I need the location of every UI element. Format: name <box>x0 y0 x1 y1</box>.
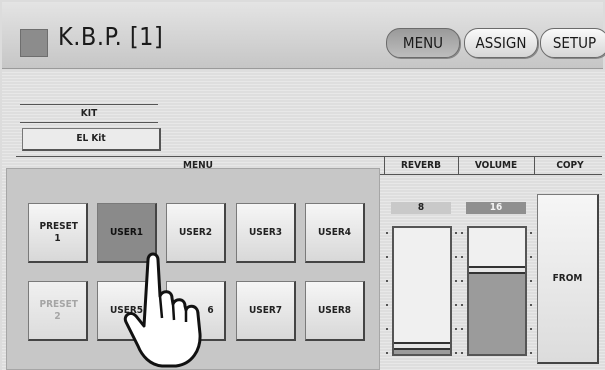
kit-heading: KIT <box>80 108 98 119</box>
slider-tick <box>530 352 532 354</box>
slider-tick <box>455 232 457 234</box>
slider-tick <box>530 256 532 258</box>
slider-tick <box>455 328 457 330</box>
slider-tick <box>386 328 388 330</box>
reverb-slider-handle[interactable] <box>394 342 450 350</box>
user4-button[interactable]: USER4 <box>305 203 365 263</box>
page-title: K.B.P. [1] <box>58 22 164 51</box>
slider-tick <box>461 304 463 306</box>
slider-tick <box>386 352 388 354</box>
slider-tick <box>455 256 457 258</box>
assign-tab-button[interactable]: ASSIGN <box>464 28 538 58</box>
reverb-heading: REVERB <box>401 160 441 171</box>
slider-tick <box>461 280 463 282</box>
slider-tick <box>386 256 388 258</box>
reverb-slider[interactable] <box>392 226 452 356</box>
kit-select-button[interactable]: EL Kit <box>22 128 161 151</box>
kit-divider-top <box>20 104 158 105</box>
section-separator <box>384 156 385 175</box>
copy-from-label: FROM <box>552 273 583 284</box>
slider-tick <box>461 256 463 258</box>
slider-tick <box>461 232 463 234</box>
copy-from-button[interactable]: FROM <box>537 194 599 364</box>
title-color-swatch <box>20 29 48 57</box>
hand-pointer-icon <box>123 252 202 368</box>
slider-tick <box>461 328 463 330</box>
section-separator <box>534 156 535 175</box>
slider-tick <box>455 304 457 306</box>
section-separator <box>458 156 459 175</box>
slider-tick <box>386 280 388 282</box>
screen: K.B.P. [1] MENU ASSIGN SETUP KIT EL Kit … <box>0 0 605 370</box>
user8-button[interactable]: USER8 <box>305 281 365 341</box>
setup-tab-button[interactable]: SETUP <box>540 28 605 58</box>
reverb-value: 8 <box>391 202 451 214</box>
slider-tick <box>461 352 463 354</box>
user7-label: USER7 <box>248 304 283 316</box>
slider-tick <box>386 232 388 234</box>
user8-label: USER8 <box>317 304 352 316</box>
preset-2-button[interactable]: PRESET 2 <box>28 281 88 341</box>
slider-tick <box>530 232 532 234</box>
preset-1-label: PRESET 1 <box>39 220 78 244</box>
preset-2-label: PRESET 2 <box>39 298 78 322</box>
user7-button[interactable]: USER7 <box>236 281 296 341</box>
section-divider-top <box>16 156 602 157</box>
slider-tick <box>455 280 457 282</box>
user4-label: USER4 <box>317 226 352 238</box>
slider-tick <box>530 304 532 306</box>
slider-tick <box>530 328 532 330</box>
volume-slider-handle[interactable] <box>469 266 525 274</box>
slider-tick <box>455 352 457 354</box>
header-bar: K.B.P. [1] MENU ASSIGN SETUP <box>2 2 605 69</box>
slider-tick <box>386 304 388 306</box>
user3-button[interactable]: USER3 <box>236 203 296 263</box>
menu-tab-button[interactable]: MENU <box>386 28 460 58</box>
slider-tick <box>530 280 532 282</box>
user2-label: USER2 <box>178 226 213 238</box>
copy-heading: COPY <box>556 160 584 171</box>
volume-value: 16 <box>466 202 526 214</box>
volume-slider[interactable] <box>467 226 527 356</box>
volume-heading: VOLUME <box>474 160 518 171</box>
user3-label: USER3 <box>248 226 283 238</box>
user1-label: USER1 <box>109 226 144 238</box>
kit-divider-bottom <box>20 122 158 123</box>
preset-1-button[interactable]: PRESET 1 <box>28 203 88 263</box>
volume-slider-fill <box>469 270 525 354</box>
